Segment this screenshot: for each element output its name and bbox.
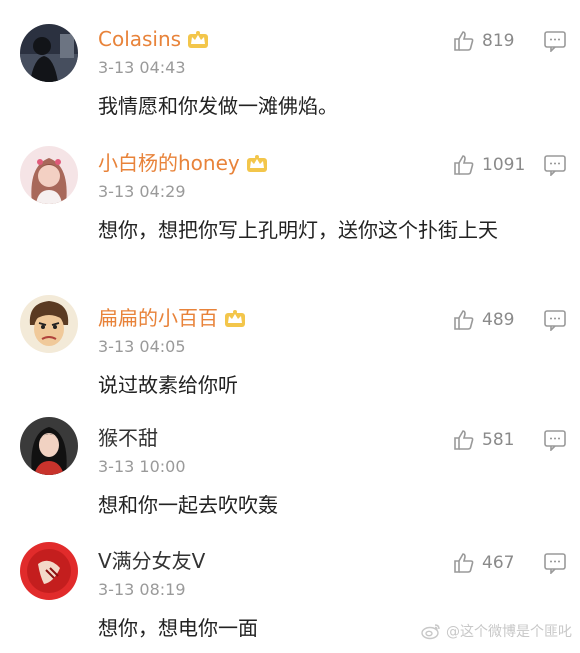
like-count: 819 — [482, 31, 515, 51]
thumbs-up-icon — [454, 31, 474, 51]
like-button[interactable]: 467 — [452, 550, 514, 576]
like-button[interactable]: 581 — [452, 427, 514, 453]
avatar[interactable] — [20, 24, 78, 82]
avatar[interactable] — [20, 295, 78, 353]
thumbs-up-icon — [454, 155, 474, 175]
username[interactable]: 猴不甜 — [98, 425, 158, 451]
username-text[interactable]: Colasins — [98, 27, 181, 51]
like-count: 467 — [482, 553, 515, 573]
avatar[interactable] — [20, 542, 78, 600]
avatar[interactable] — [20, 146, 78, 204]
username-text[interactable]: 小白杨的honey — [98, 151, 240, 175]
username-text[interactable]: V满分女友V — [98, 549, 205, 573]
comment-item: 猴不甜 3-13 10:00 581 想和你一起去吹吹轰 — [0, 417, 580, 525]
like-button[interactable]: 489 — [452, 307, 514, 333]
like-count: 489 — [482, 310, 515, 330]
username[interactable]: 扁扁的小百百 — [98, 305, 246, 331]
vip-crown-icon — [246, 155, 267, 172]
username[interactable]: V满分女友V — [98, 548, 205, 574]
vip-crown-icon — [188, 31, 209, 48]
thumbs-up-icon — [454, 553, 474, 573]
weibo-watermark: @这个微博是个匪叱 — [420, 621, 572, 641]
username[interactable]: Colasins — [98, 26, 209, 52]
reply-comment-icon[interactable] — [543, 552, 567, 574]
reply-comment-icon[interactable] — [543, 30, 567, 52]
comment-timestamp: 3-13 10:00 — [98, 457, 186, 476]
reply-comment-icon[interactable] — [543, 429, 567, 451]
comment-text: 想你，想把你写上孔明灯，送你这个扑街上天 — [98, 218, 498, 242]
comment-text: 想和你一起去吹吹轰 — [98, 493, 278, 517]
username[interactable]: 小白杨的honey — [98, 150, 268, 176]
username-text[interactable]: 扁扁的小百百 — [98, 306, 218, 330]
watermark-text: @这个微博是个匪叱 — [446, 624, 572, 640]
comment-text: 说过故素给你听 — [98, 373, 238, 397]
username-text[interactable]: 猴不甜 — [98, 426, 158, 450]
like-button[interactable]: 819 — [452, 28, 514, 54]
comment-timestamp: 3-13 08:19 — [98, 580, 186, 599]
thumbs-up-icon — [454, 430, 474, 450]
comment-timestamp: 3-13 04:29 — [98, 182, 186, 201]
like-count: 581 — [482, 430, 515, 450]
comment-item: 小白杨的honey 3-13 04:29 1091 想你，想把你写上孔明灯，送你… — [0, 146, 580, 290]
vip-crown-icon — [225, 310, 245, 327]
comment-item: 扁扁的小百百 3-13 04:05 489 说过故素给你听 — [0, 295, 580, 405]
comment-timestamp: 3-13 04:05 — [98, 337, 186, 356]
like-count: 1091 — [482, 155, 526, 175]
weibo-logo-icon — [421, 624, 440, 640]
comment-item: Colasins 3-13 04:43 819 我情愿和你发做一滩佛焰。 — [0, 24, 580, 136]
comment-text: 我情愿和你发做一滩佛焰。 — [98, 94, 338, 118]
comment-timestamp: 3-13 04:43 — [98, 58, 186, 77]
avatar[interactable] — [20, 417, 78, 475]
like-button[interactable]: 1091 — [452, 152, 525, 178]
reply-comment-icon[interactable] — [543, 309, 567, 331]
thumbs-up-icon — [454, 310, 474, 330]
reply-comment-icon[interactable] — [543, 154, 567, 176]
comment-text: 想你，想电你一面 — [98, 616, 258, 640]
